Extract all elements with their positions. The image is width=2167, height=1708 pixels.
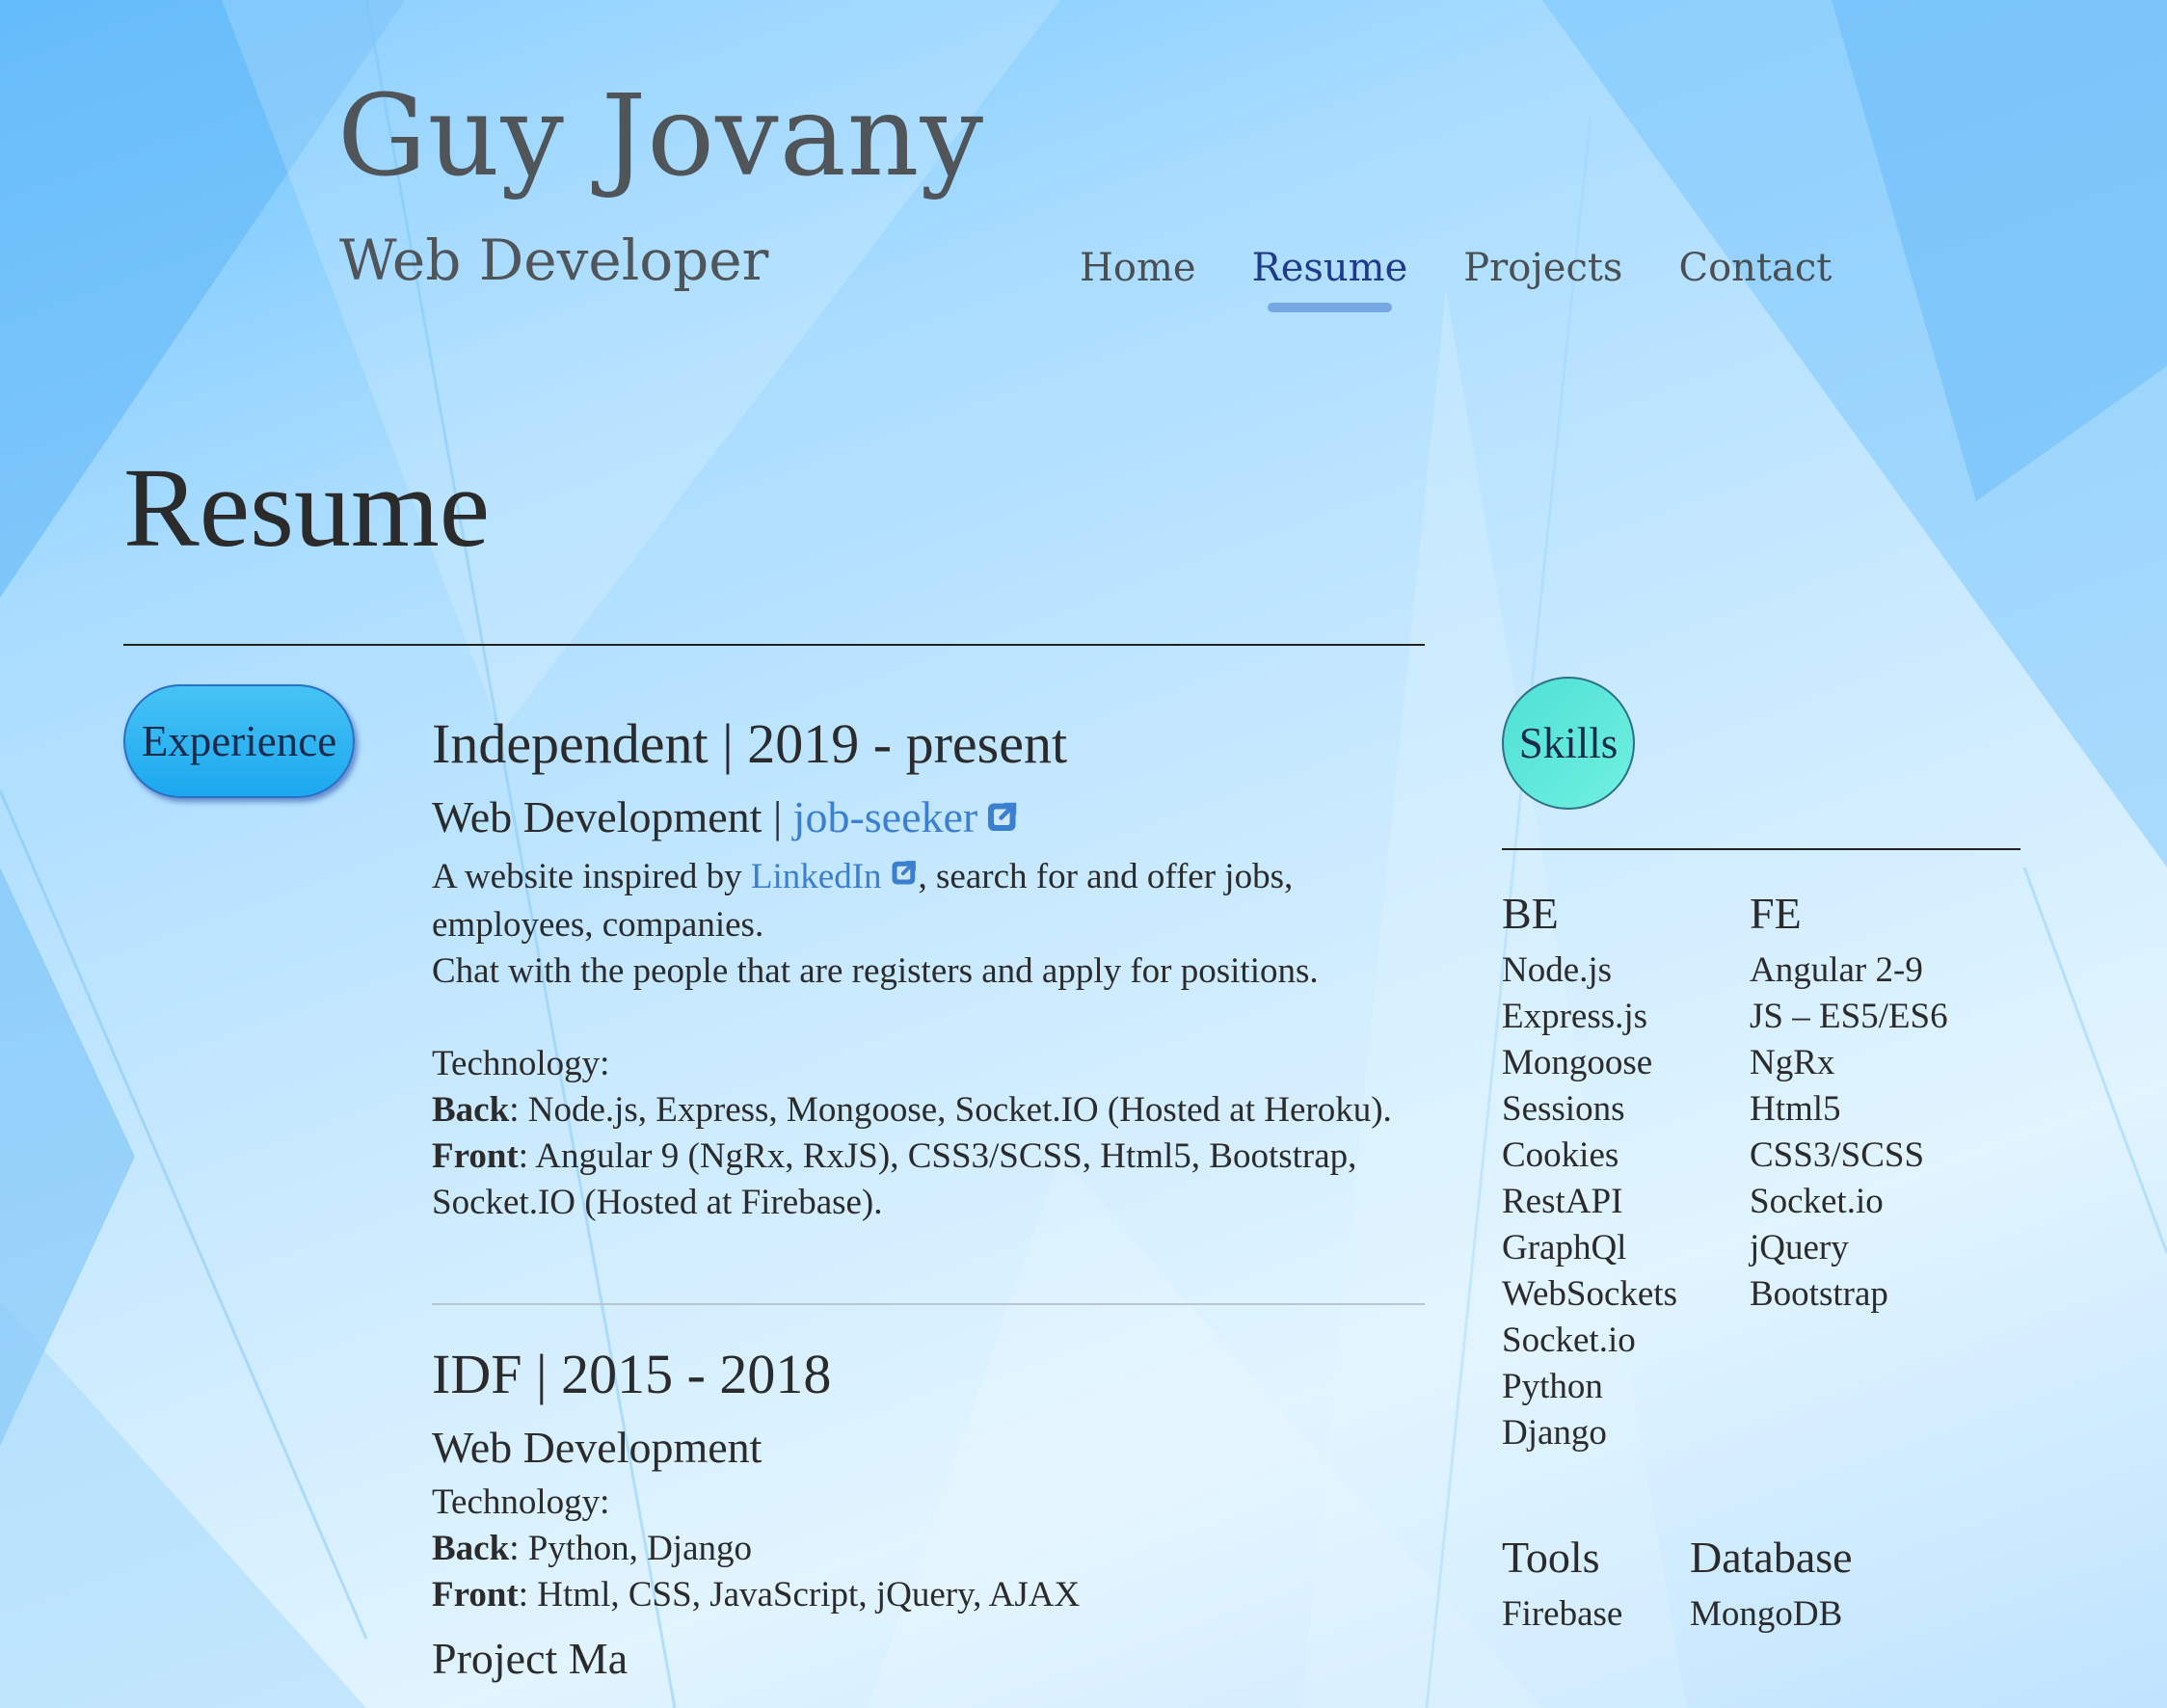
- job-heading: Independent | 2019 - present: [432, 712, 1068, 775]
- tech-front: Front: Angular 9 (NgRx, RxJS), CSS3/SCSS…: [432, 1134, 1425, 1226]
- job-subheading: Web Development: [432, 1423, 762, 1473]
- skill-group-title: Database: [1690, 1533, 1853, 1582]
- skill-item: Node.js: [1502, 950, 1613, 991]
- skill-item: Cookies: [1502, 1135, 1619, 1176]
- skill-list: MongoDB: [1690, 1591, 1853, 1638]
- skill-group-database: Database MongoDB: [1690, 1531, 1853, 1638]
- skill-list: Node.js Express.js Mongoose Sessions Cookies…: [1502, 947, 1677, 1456]
- tech-front-text: : Html, CSS, JavaScript, jQuery, AJAX: [518, 1575, 1081, 1615]
- external-link-icon: [890, 853, 919, 899]
- skill-list: Firebase: [1502, 1591, 1622, 1638]
- skills-badge: Skills: [1502, 677, 1635, 810]
- nav-contact[interactable]: Contact: [1678, 243, 1832, 293]
- tech-front-label: Front: [432, 1136, 519, 1177]
- skill-item: CSS3/SCSS: [1750, 1135, 1925, 1176]
- skill-group-title: FE: [1750, 889, 1802, 938]
- tech-back-label: Back: [432, 1090, 510, 1131]
- skill-item: Express.js: [1502, 997, 1648, 1037]
- skill-item: Socket.io: [1750, 1182, 1884, 1222]
- tech-front-label: Front: [432, 1575, 519, 1615]
- tech-back: Back: Python, Django: [432, 1526, 1425, 1572]
- job-subheading: Web Development | job-seeker: [432, 790, 1425, 848]
- job-seeker-link[interactable]: job-seeker: [793, 792, 1021, 841]
- page-title: Resume: [123, 444, 491, 571]
- experience-badge: Experience: [123, 684, 355, 798]
- linkedin-link-text: LinkedIn: [750, 856, 882, 896]
- tech-back-label: Back: [432, 1529, 510, 1569]
- skill-item: Mongoose: [1502, 1043, 1653, 1083]
- skill-item: Socket.io: [1502, 1321, 1636, 1361]
- skill-item: Bootstrap: [1750, 1274, 1888, 1315]
- skills-divider: [1502, 848, 2020, 850]
- skill-item: JS – ES5/ES6: [1750, 997, 1948, 1037]
- job-description-line2: Chat with the people that are registers …: [432, 951, 1319, 992]
- job-seeker-link-text: job-seeker: [792, 791, 978, 841]
- skill-item: NgRx: [1750, 1043, 1835, 1083]
- site-name: Guy Jovany: [337, 71, 985, 201]
- job-heading: IDF | 2015 - 2018: [432, 1343, 832, 1406]
- external-link-icon: [985, 792, 1020, 845]
- tech-back-text: : Node.js, Express, Mongoose, Socket.IO …: [509, 1090, 1392, 1131]
- job-entry: Independent | 2019 - present Web Develop…: [432, 713, 1425, 1226]
- skill-group-tools: Tools Firebase: [1502, 1531, 1622, 1638]
- job-description: A website inspired by LinkedIn, search f…: [432, 854, 1425, 949]
- job-subheading-cutoff: Project Ma: [432, 1634, 629, 1684]
- nav-projects[interactable]: Projects: [1463, 243, 1622, 293]
- job-entry: IDF | 2015 - 2018 Web Development Techno…: [432, 1344, 1425, 1685]
- technology-label: Technology:: [432, 1482, 610, 1523]
- skill-item: GraphQl: [1502, 1228, 1627, 1268]
- tech-back-text: : Python, Django: [509, 1529, 752, 1569]
- skill-item: Django: [1502, 1413, 1607, 1454]
- skill-item: Sessions: [1502, 1089, 1625, 1130]
- skill-group-title: Tools: [1502, 1533, 1600, 1582]
- skill-item: jQuery: [1750, 1228, 1849, 1268]
- tech-front: Front: Html, CSS, JavaScript, jQuery, AJ…: [432, 1572, 1425, 1618]
- skill-item: Firebase: [1502, 1594, 1623, 1635]
- job-subheading-text: Web Development |: [432, 791, 793, 841]
- experience-list: Independent | 2019 - present Web Develop…: [432, 713, 1425, 1692]
- tech-back: Back: Node.js, Express, Mongoose, Socket…: [432, 1087, 1425, 1134]
- skill-item: MongoDB: [1690, 1594, 1843, 1635]
- skill-item: RestAPI: [1502, 1182, 1623, 1222]
- technology-label: Technology:: [432, 1044, 610, 1084]
- site-role: Web Developer: [339, 227, 769, 293]
- job-description-text: A website inspired by: [432, 856, 751, 896]
- linkedin-link[interactable]: LinkedIn: [751, 857, 919, 896]
- skill-item: Python: [1502, 1367, 1603, 1407]
- nav-resume[interactable]: Resume: [1252, 243, 1407, 312]
- skill-group-be: BE Node.js Express.js Mongoose Sessions Cook…: [1502, 887, 1677, 1456]
- title-divider: [123, 644, 1425, 646]
- skill-item: WebSockets: [1502, 1274, 1677, 1315]
- main-nav: Home Resume Projects Contact: [1080, 243, 1832, 312]
- skill-group-fe: FE Angular 2-9 JS – ES5/ES6 NgRx Html5 CSS3/…: [1750, 887, 1948, 1318]
- skill-item: Angular 2-9: [1750, 950, 1923, 991]
- skill-list: Angular 2-9 JS – ES5/ES6 NgRx Html5 CSS3/SCS…: [1750, 947, 1948, 1318]
- nav-home[interactable]: Home: [1080, 243, 1196, 293]
- tech-front-text: : Angular 9 (NgRx, RxJS), CSS3/SCSS, Htm…: [432, 1136, 1357, 1223]
- skill-group-title: BE: [1502, 889, 1559, 938]
- skill-item: Html5: [1750, 1089, 1841, 1130]
- job-divider: [432, 1303, 1425, 1306]
